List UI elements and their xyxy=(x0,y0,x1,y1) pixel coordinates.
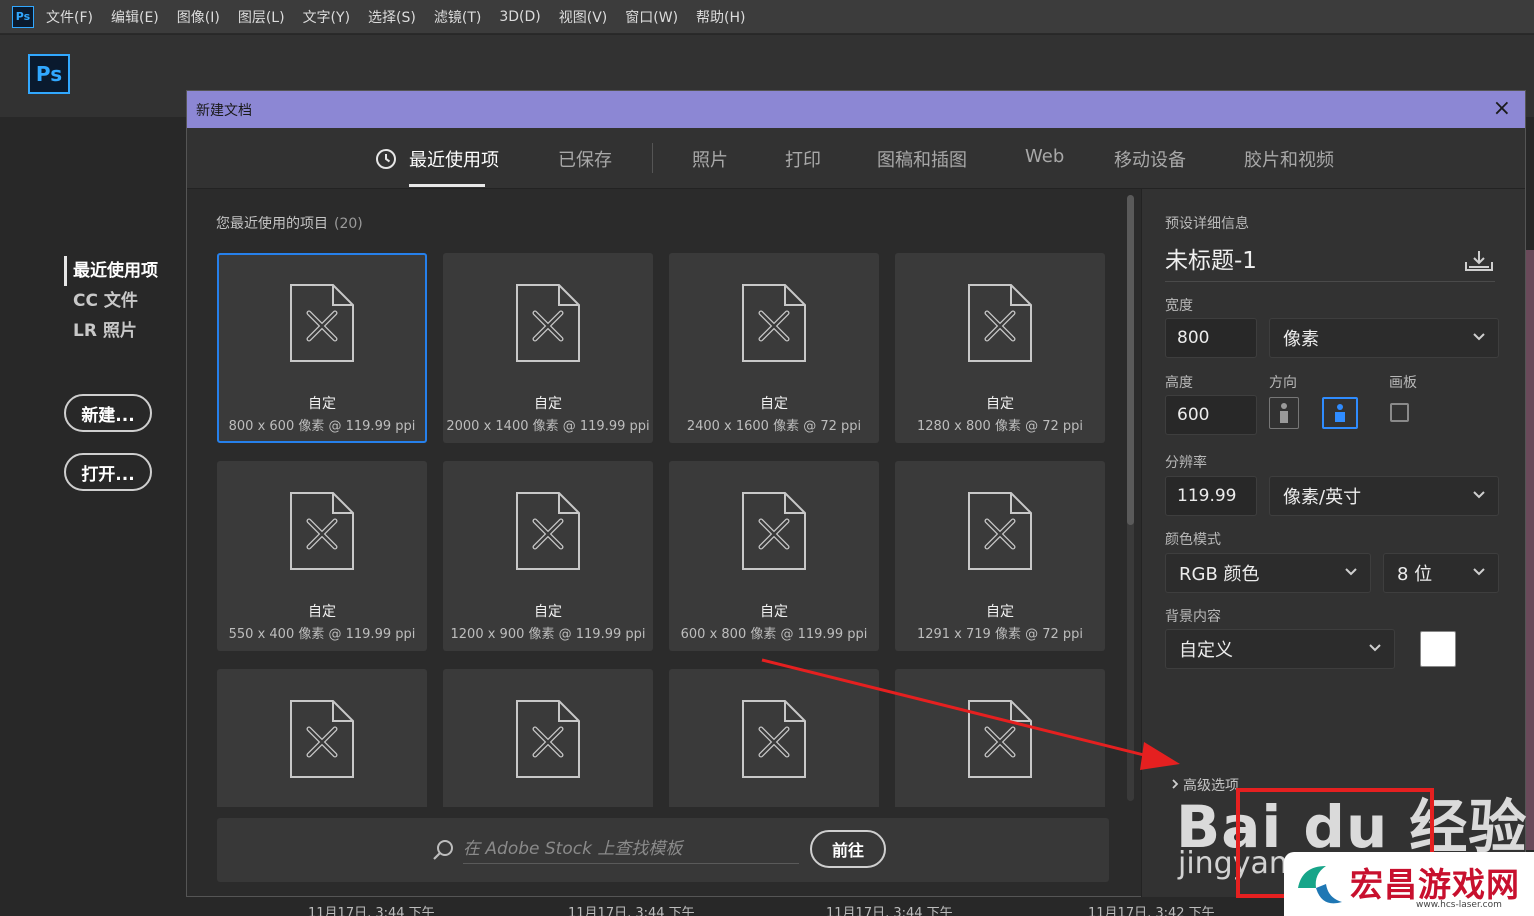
site-logo-url: www.hcs-laser.com xyxy=(1416,900,1502,910)
site-logo-text: 宏昌游戏网 xyxy=(1350,865,1520,904)
site-logo-icon xyxy=(1298,866,1342,904)
annotation-arrow xyxy=(761,658,1180,770)
site-logo: 宏昌游戏网 www.hcs-laser.com xyxy=(1284,852,1534,916)
